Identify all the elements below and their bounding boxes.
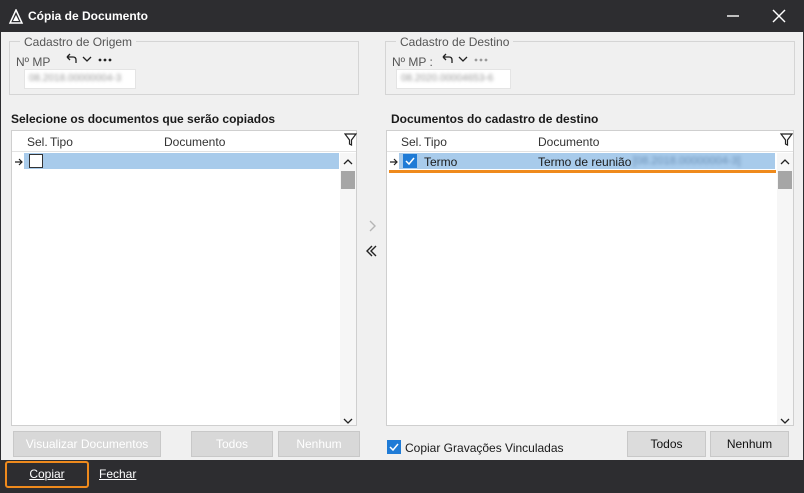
- row-documento: Termo de reunião: [538, 155, 632, 169]
- destination-mp-field: 08.2020.00004653-6: [396, 69, 511, 89]
- check-icon: [389, 443, 399, 452]
- select-all-source-button[interactable]: Todos: [191, 431, 273, 457]
- destination-documents-grid[interactable]: Sel. Tipo Documento Termo Termo de reuni…: [386, 130, 794, 426]
- row-tipo: Termo: [424, 155, 458, 169]
- row-select-checkbox[interactable]: [29, 154, 43, 168]
- destination-group: Cadastro de Destino Nº MP : 08.2020.0000…: [385, 35, 795, 95]
- header-divider: [387, 151, 793, 152]
- source-panel-title: Selecione os documentos que serão copiad…: [11, 112, 276, 126]
- window-title: Cópia de Documento: [28, 9, 149, 23]
- scroll-thumb[interactable]: [778, 171, 792, 189]
- row-indicator-arrow-icon: [389, 156, 399, 170]
- table-row[interactable]: [24, 153, 339, 169]
- filter-icon[interactable]: [343, 133, 358, 150]
- row-documento-id: [08.2018.00000004-3]: [633, 155, 741, 167]
- move-all-left-icon[interactable]: [366, 245, 378, 260]
- source-documents-panel: Selecione os documentos que serão copiad…: [7, 100, 363, 460]
- filter-icon[interactable]: [779, 133, 794, 150]
- minimize-button[interactable]: [718, 4, 748, 28]
- copy-linked-recordings-checkbox[interactable]: [387, 440, 401, 454]
- origin-mp-value: 08.2018.00000004-3: [29, 73, 122, 84]
- minimize-icon: [727, 15, 739, 17]
- destination-panel-title: Documentos do cadastro de destino: [391, 112, 599, 126]
- scroll-up-icon[interactable]: [343, 155, 353, 169]
- chevron-down-icon[interactable]: [81, 53, 93, 68]
- source-grid-scrollbar[interactable]: [340, 153, 356, 425]
- destination-legend: Cadastro de Destino: [396, 35, 514, 49]
- origin-mp-field: 08.2018.00000004-3: [24, 69, 136, 89]
- header-divider: [12, 151, 356, 152]
- undo-icon[interactable]: [64, 52, 78, 69]
- column-header-tipo[interactable]: Tipo: [50, 135, 73, 149]
- view-documents-button[interactable]: Visualizar Documentos: [13, 431, 161, 457]
- copy-document-window: Cópia de Documento Cadastro de Origem Nº…: [0, 0, 804, 493]
- column-header-sel[interactable]: Sel.: [27, 135, 48, 149]
- move-right-icon[interactable]: [367, 220, 377, 235]
- app-logo-icon: [8, 8, 24, 25]
- column-header-documento[interactable]: Documento: [164, 135, 225, 149]
- more-icon: [474, 54, 488, 68]
- close-button[interactable]: Fechar: [99, 467, 136, 481]
- row-indicator-arrow-icon: [14, 156, 24, 170]
- destination-mp-label: Nº MP :: [392, 55, 433, 69]
- column-header-tipo[interactable]: Tipo: [424, 135, 447, 149]
- origin-group: Cadastro de Origem Nº MP 08.2018.0000000…: [9, 35, 359, 95]
- title-bar: Cópia de Documento: [0, 0, 804, 32]
- row-select-checkbox[interactable]: [403, 154, 417, 168]
- undo-icon[interactable]: [440, 52, 454, 69]
- close-button-label: Fechar: [99, 467, 137, 481]
- close-window-button[interactable]: [764, 4, 794, 28]
- row-highlight-underline: [389, 170, 776, 173]
- copy-button[interactable]: Copiar: [5, 461, 89, 488]
- select-all-destination-button[interactable]: Todos: [627, 431, 706, 457]
- source-documents-grid[interactable]: Sel. Tipo Documento: [11, 130, 358, 426]
- more-icon[interactable]: [98, 54, 112, 68]
- destination-grid-scrollbar[interactable]: [777, 153, 793, 425]
- scroll-up-icon[interactable]: [780, 155, 790, 169]
- scroll-thumb[interactable]: [341, 171, 355, 189]
- scroll-down-icon[interactable]: [343, 414, 353, 428]
- column-header-sel[interactable]: Sel.: [401, 135, 422, 149]
- select-none-destination-button[interactable]: Nenhum: [710, 431, 789, 457]
- destination-documents-panel: Documentos do cadastro de destino Sel. T…: [383, 100, 797, 460]
- close-icon: [772, 9, 786, 23]
- copy-linked-recordings-label[interactable]: Copiar Gravações Vinculadas: [405, 441, 564, 455]
- origin-mp-label: Nº MP: [16, 55, 51, 69]
- select-none-source-button[interactable]: Nenhum: [278, 431, 360, 457]
- footer-bar: Copiar Fechar: [0, 460, 804, 493]
- column-header-documento[interactable]: Documento: [538, 135, 599, 149]
- chevron-down-icon[interactable]: [457, 53, 469, 68]
- origin-legend: Cadastro de Origem: [20, 35, 137, 49]
- scroll-down-icon[interactable]: [780, 414, 790, 428]
- check-icon: [405, 157, 415, 166]
- dialog-body: Cadastro de Origem Nº MP 08.2018.0000000…: [1, 32, 803, 460]
- copy-button-label: Copiar: [29, 467, 65, 481]
- destination-mp-value: 08.2020.00004653-6: [401, 73, 494, 84]
